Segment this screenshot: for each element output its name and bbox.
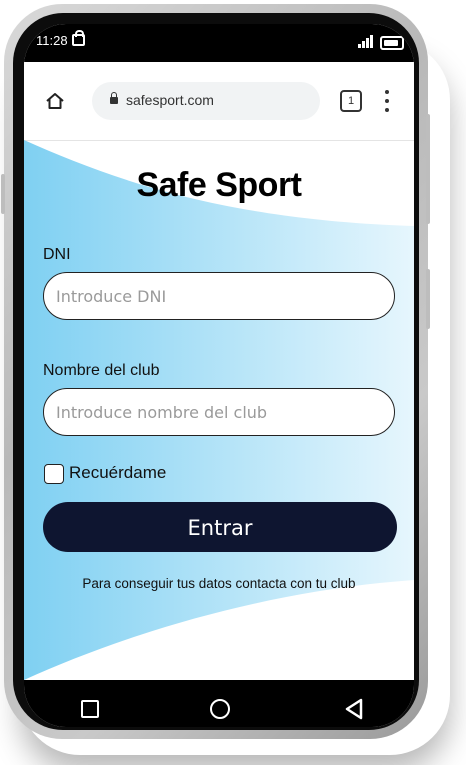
help-text: Para conseguir tus datos contacta con tu… <box>82 576 356 591</box>
signal-icon <box>358 34 374 48</box>
login-page: Safe Sport DNI Nombre del club Recuérdam… <box>24 140 414 680</box>
phone-screen: 11:28 safesport.com 1 Safe Sport DNI Int… <box>24 24 414 727</box>
url-text: safesport.com <box>126 92 214 108</box>
triangle-back-icon[interactable] <box>344 698 364 720</box>
lock-icon <box>72 30 85 46</box>
club-name-input[interactable] <box>43 388 395 436</box>
circle-icon[interactable] <box>210 699 230 719</box>
tabs-button[interactable]: 1 <box>340 90 362 112</box>
square-icon[interactable] <box>81 700 99 718</box>
phone-side-button <box>1 174 5 214</box>
page-title: Safe Sport <box>136 166 302 204</box>
browser-toolbar: safesport.com 1 <box>24 62 414 141</box>
phone-volume-button <box>426 114 430 224</box>
battery-icon <box>380 36 404 50</box>
phone-power-button <box>426 269 430 329</box>
lock-icon <box>110 92 118 104</box>
submit-button[interactable]: Entrar <box>43 502 397 552</box>
dni-input[interactable] <box>43 272 395 320</box>
remember-label: Recuérdame <box>69 463 167 482</box>
remember-checkbox[interactable] <box>44 464 64 484</box>
address-bar[interactable]: safesport.com <box>92 82 320 120</box>
status-bar: 11:28 <box>24 24 414 62</box>
more-vert-icon[interactable] <box>380 88 394 114</box>
phone-frame: 11:28 safesport.com 1 Safe Sport DNI Int… <box>1 4 430 739</box>
home-icon <box>46 93 64 109</box>
status-time: 11:28 <box>36 33 68 48</box>
navigation-bar <box>24 680 414 727</box>
home-button[interactable] <box>40 86 70 116</box>
club-label: Nombre del club <box>43 362 160 379</box>
dni-label: DNI <box>43 246 71 263</box>
